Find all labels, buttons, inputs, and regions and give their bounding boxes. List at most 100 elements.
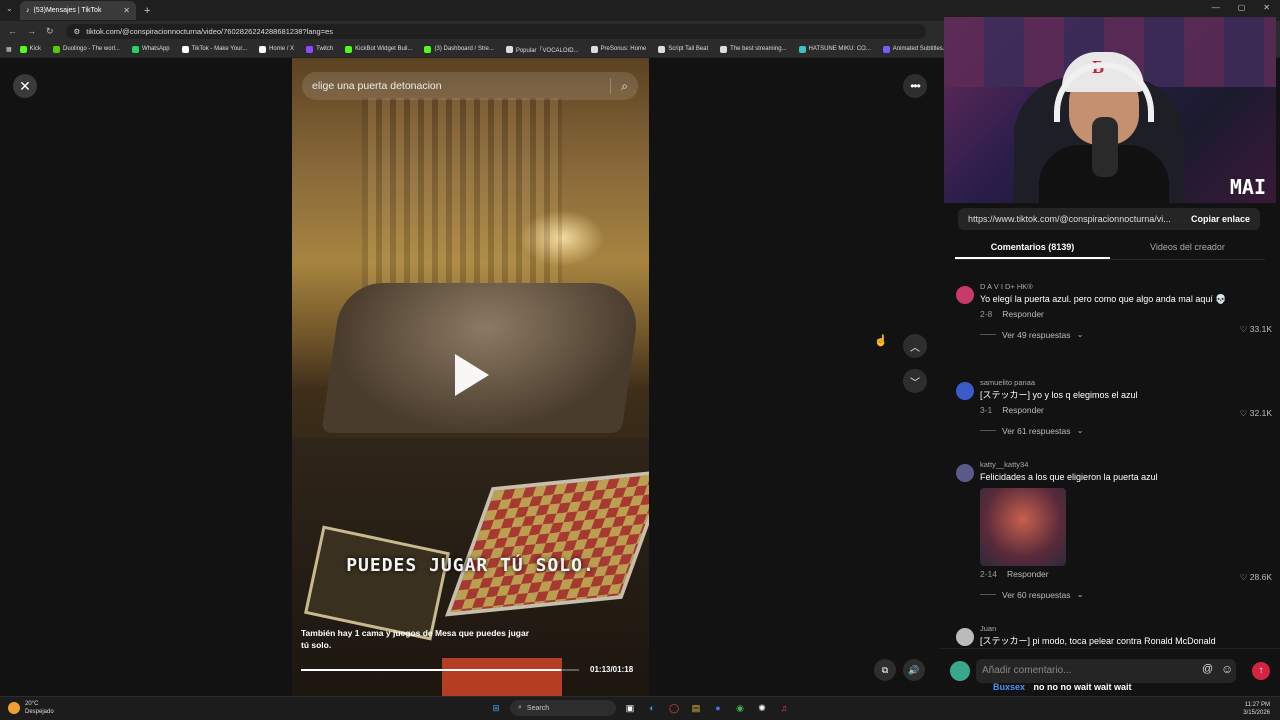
bookmark-item[interactable]: KickBot Widget Buil... [341, 45, 416, 53]
previous-video-button[interactable]: ︿ [903, 334, 927, 358]
maximize-icon[interactable]: ▢ [1238, 3, 1246, 12]
chatgpt-icon[interactable]: ✺ [754, 700, 770, 716]
new-tab-icon[interactable]: + [144, 5, 150, 17]
url-field[interactable]: ⚙ tiktok.com/@conspiracionnocturna/video… [65, 23, 926, 39]
system-clock[interactable]: 11:27 PM 3/15/2026 [1243, 701, 1270, 717]
task-view-icon[interactable]: ▣ [622, 700, 638, 716]
tab-list-icon[interactable]: ⌄ [6, 4, 13, 13]
emoji-icon[interactable]: ☺ [1221, 662, 1233, 676]
bookmark-item[interactable]: TikTok - Make Your... [178, 45, 251, 53]
forward-icon[interactable]: → [27, 26, 36, 37]
comment-username[interactable]: D A V I D+ HK® [980, 282, 1250, 291]
reload-icon[interactable]: ↻ [46, 26, 54, 37]
tab-close-icon[interactable]: ✕ [123, 6, 130, 15]
edge-icon[interactable]: ◐ [644, 700, 660, 716]
comment-sticker-image[interactable] [980, 488, 1066, 566]
chrome-icon[interactable]: ◉ [732, 700, 748, 716]
copy-link-button[interactable]: Copiar enlace [1191, 214, 1250, 224]
view-replies-label: Ver 60 respuestas [1002, 589, 1071, 600]
bookmark-favicon-icon [658, 45, 666, 53]
bookmark-item[interactable]: PreSonus: Home [587, 45, 651, 53]
music-app-icon[interactable]: ♫ [776, 700, 792, 716]
play-icon[interactable] [455, 354, 489, 396]
discord-icon[interactable]: ● [710, 700, 726, 716]
comment-text: [ステッカー] pi modo, toca pelear contra Rona… [980, 636, 1216, 646]
comment-text: [ステッカー] yo y los q elegimos el azul [980, 390, 1138, 400]
mention-icon[interactable]: @ [1202, 663, 1213, 675]
bookmark-item[interactable]: Home / X [255, 45, 298, 53]
bookmark-item[interactable]: The best streaming... [716, 45, 790, 53]
url-text: tiktok.com/@conspiracionnocturna/video/7… [86, 26, 334, 36]
avatar[interactable] [956, 382, 974, 400]
bookmark-item[interactable]: Animated Subtitles... [879, 45, 952, 53]
bookmark-item[interactable]: Kick [16, 45, 45, 53]
comment-input[interactable]: Añadir comentario... [976, 659, 1236, 683]
minimize-icon[interactable]: — [1212, 3, 1220, 12]
like-button[interactable]: ♡ 32.1K [1240, 408, 1272, 419]
reply-button[interactable]: Responder [1002, 309, 1044, 319]
progress-bar[interactable] [301, 669, 579, 671]
reply-button[interactable]: Responder [1007, 569, 1049, 579]
windows-start-icon[interactable]: ⊞ [488, 700, 504, 716]
like-count: 28.6K [1249, 572, 1272, 582]
bookmark-item[interactable]: WhatsApp [128, 45, 174, 53]
browser-tab[interactable]: ♪ (53)Mensajes | TikTok ✕ [20, 1, 136, 20]
mouse-cursor-icon: ☝ [874, 335, 888, 347]
bookmark-item[interactable]: Popular「VOCALOID... [502, 45, 583, 54]
like-button[interactable]: ♡ 28.6K [1240, 572, 1272, 583]
tab-creator-videos[interactable]: Videos del creador [1110, 238, 1265, 259]
bookmark-item[interactable]: HATSUNE MIKU: CO... [795, 45, 875, 53]
more-options-button[interactable]: ••• [903, 74, 927, 98]
weather-condition: Despejado [25, 709, 54, 715]
comment-text: Felicidades a los que eligieron la puert… [980, 472, 1158, 482]
bookmark-label: WhatsApp [141, 46, 170, 52]
bookmark-label: Duolingo - The worl... [63, 46, 120, 52]
video-search-bar[interactable]: elige una puerta detonacion ⌕ [302, 72, 638, 100]
send-button[interactable]: ↑ [1252, 662, 1270, 680]
picture-in-picture-button[interactable]: ⧉ [874, 659, 896, 681]
volume-button[interactable]: 🔊 [903, 659, 925, 681]
taskbar-search-label: Search [526, 704, 550, 712]
windows-taskbar: 20°C Despejado ⊞ ⌕ Search ▣ ◐ ◯ ▤ ● ◉ ✺ … [0, 696, 1280, 720]
tiktok-favicon-icon: ♪ [26, 7, 30, 14]
search-icon[interactable]: ⌕ [621, 79, 628, 94]
bookmark-item[interactable]: Duolingo - The worl... [49, 45, 124, 53]
avatar[interactable] [956, 464, 974, 482]
clock-date: 3/15/2026 [1243, 710, 1270, 716]
file-explorer-icon[interactable]: ▤ [688, 700, 704, 716]
bookmark-label: Animated Subtitles... [892, 46, 948, 52]
taskbar-search[interactable]: ⌕ Search [510, 700, 616, 716]
comment-username[interactable]: katty__katty34 [980, 460, 1250, 469]
avatar[interactable] [956, 628, 974, 646]
like-button[interactable]: ♡ 33.1K [1240, 324, 1272, 335]
comment-date: 3-1 [980, 405, 993, 415]
weather-widget[interactable]: 20°C Despejado [8, 700, 54, 716]
weather-temp: 20°C [25, 701, 39, 707]
bookmark-item[interactable]: Twitch [302, 45, 337, 53]
bookmark-favicon-icon [505, 45, 513, 53]
bookmark-label: Script Tail Beat [668, 46, 709, 52]
avatar[interactable] [956, 286, 974, 304]
comment-username[interactable]: Juan [980, 624, 1250, 633]
reply-button[interactable]: Responder [1002, 405, 1044, 415]
tab-comments[interactable]: Comentarios (8139) [955, 238, 1110, 259]
chevron-up-icon: ︿ [910, 342, 920, 354]
bookmark-label: (3) Dashboard / Stre... [434, 46, 494, 52]
close-video-button[interactable]: ✕ [13, 74, 37, 98]
site-info-icon[interactable]: ⚙ [74, 27, 81, 36]
microphone-icon [1092, 117, 1118, 177]
view-replies-button[interactable]: Ver 61 respuestas ⌄ [980, 425, 1250, 436]
bookmark-item[interactable]: (3) Dashboard / Stre... [420, 45, 497, 53]
opera-icon[interactable]: ◯ [666, 700, 682, 716]
apps-grid-icon[interactable]: ▦ [6, 46, 12, 53]
comment-username[interactable]: samuelito panaa [980, 378, 1250, 387]
bookmark-item[interactable]: Script Tail Beat [654, 45, 712, 53]
window-close-icon[interactable]: ✕ [1263, 3, 1270, 12]
view-replies-button[interactable]: Ver 60 respuestas ⌄ [980, 589, 1250, 600]
view-replies-button[interactable]: Ver 49 respuestas ⌄ [980, 329, 1250, 340]
next-video-button[interactable]: ﹀ [903, 369, 927, 393]
chat-message: no no no wait wait wait [1033, 682, 1132, 692]
video-player[interactable]: elige una puerta detonacion ⌕ PUEDES JUG… [292, 58, 649, 696]
bookmark-favicon-icon [798, 45, 806, 53]
back-icon[interactable]: ← [8, 26, 17, 37]
